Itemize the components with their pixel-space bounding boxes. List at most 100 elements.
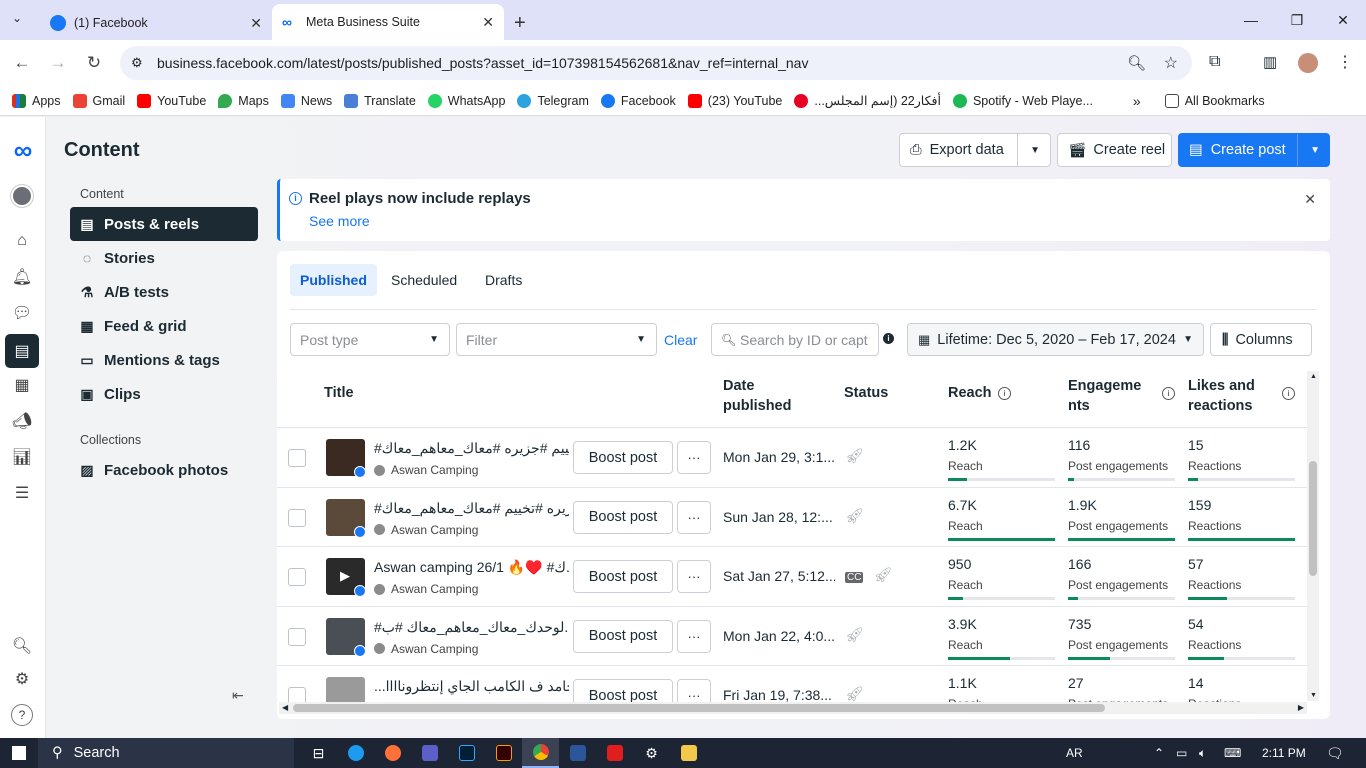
photoshop-icon[interactable] — [448, 738, 485, 768]
settings-icon[interactable]: ⚙ — [11, 668, 33, 690]
scroll-down-icon[interactable]: ▼ — [1310, 692, 1317, 699]
row-checkbox[interactable] — [288, 508, 306, 527]
bookmark-whatsapp[interactable]: WhatsApp — [427, 93, 505, 108]
bookmark-youtube-23[interactable]: (23) YouTube — [687, 93, 782, 108]
close-tab-icon[interactable]: ✕ — [482, 14, 494, 31]
volume-icon[interactable]: 🔈︎ — [1199, 746, 1206, 761]
file-explorer-icon[interactable] — [670, 738, 707, 768]
post-title[interactable]: #جزيره #تخييم #معاك_معاهم_معاك — [374, 500, 569, 517]
search-icon[interactable]: 🔍︎ — [11, 635, 33, 657]
menu-icon[interactable]: ⋮ — [1337, 52, 1353, 72]
url-field[interactable]: ⚙ business.facebook.com/latest/posts/pub… — [120, 46, 1192, 80]
boost-post-button[interactable]: Boost post — [573, 441, 673, 474]
browser-tab-meta[interactable]: ∞ Meta Business Suite ✕ — [272, 4, 504, 40]
network-icon[interactable]: ▭ — [1176, 746, 1187, 760]
chevron-up-icon[interactable]: ⌃ — [1154, 746, 1164, 760]
bookmark-pinterest[interactable]: أفكار22 (إسم المجلس... — [794, 93, 941, 108]
sidebar-item-posts-reels[interactable]: ▤ Posts & reels — [70, 207, 258, 241]
notifications-icon[interactable]: 🗨︎ — [1326, 745, 1344, 762]
post-thumbnail[interactable] — [326, 677, 365, 705]
word-icon[interactable] — [559, 738, 596, 768]
header-date[interactable]: Date published — [723, 376, 803, 416]
table-row[interactable]: ▶ Aswan camping 26/1 🔥♥️ #ك... Aswan Campi… — [277, 546, 1307, 605]
header-likes[interactable]: Likes and reactions — [1188, 376, 1278, 416]
info-icon[interactable]: i — [1162, 387, 1175, 400]
info-icon[interactable]: i — [998, 387, 1011, 400]
bookmark-maps[interactable]: Maps — [218, 93, 269, 108]
illustrator-icon[interactable] — [485, 738, 522, 768]
table-row[interactable]: #لوحدك_معاك_معاهم_معاك #ب... Aswan Campin… — [277, 605, 1307, 665]
columns-button[interactable]: ⫼ Columns — [1210, 323, 1312, 356]
back-icon[interactable]: ← — [4, 53, 40, 73]
site-info-icon[interactable]: ⚙ — [131, 55, 143, 71]
filter-dropdown[interactable]: Filter ▼ — [456, 323, 657, 356]
sidebar-item-mentions[interactable]: ▭ Mentions & tags — [70, 343, 258, 377]
post-title[interactable]: Aswan camping 26/1 🔥♥️ #ك... — [374, 559, 569, 576]
home-icon[interactable]: ⌂ — [11, 230, 33, 252]
forward-icon[interactable]: → — [40, 53, 76, 73]
bookmark-translate[interactable]: Translate — [344, 93, 416, 108]
sidebar-item-ab-tests[interactable]: ⚗ A/B tests — [70, 275, 258, 309]
header-reach[interactable]: Reach — [948, 383, 992, 403]
profile-avatar[interactable] — [1298, 53, 1318, 73]
tab-drafts[interactable]: Drafts — [475, 264, 532, 296]
sidebar-item-feed-grid[interactable]: ▦ Feed & grid — [70, 309, 258, 343]
reload-icon[interactable]: ↻ — [76, 53, 112, 73]
new-tab-icon[interactable]: + — [514, 6, 526, 40]
planner-icon[interactable]: ▦ — [11, 374, 33, 396]
boost-post-button[interactable]: Boost post — [573, 619, 673, 653]
boost-post-button[interactable]: Boost post — [573, 560, 673, 593]
content-icon[interactable]: ▤ — [5, 334, 39, 368]
more-bookmarks-icon[interactable]: » — [1133, 93, 1141, 109]
clock[interactable]: 2:11 PM — [1262, 746, 1306, 760]
post-title[interactable]: ...جامد ف الكامب الجاي إنتظروناااا — [374, 678, 569, 695]
post-type-dropdown[interactable]: Post type ▼ — [290, 323, 450, 356]
table-row[interactable]: ...جامد ف الكامب الجاي إنتظرونااااAswan … — [277, 665, 1307, 705]
bookmark-apps[interactable]: Apps — [12, 93, 61, 108]
windows-start-icon[interactable] — [0, 738, 38, 768]
extensions-icon[interactable]: ⧉ — [1209, 53, 1220, 71]
sidebar-item-facebook-photos[interactable]: ▨ Facebook photos — [70, 453, 258, 487]
settings-icon[interactable]: ⚙ — [633, 738, 670, 768]
more-options-button[interactable]: ··· — [677, 441, 711, 474]
bookmark-telegram[interactable]: Telegram — [517, 93, 589, 108]
notifications-icon[interactable]: 🔔︎ — [11, 266, 33, 288]
chevron-down-icon[interactable]: ▼ — [1030, 145, 1040, 156]
star-icon[interactable]: ☆ — [1164, 53, 1178, 73]
minimize-icon[interactable]: — — [1228, 0, 1274, 40]
tab-scheduled[interactable]: Scheduled — [381, 264, 467, 296]
inbox-icon[interactable]: 💬︎ — [11, 302, 33, 324]
bookmark-facebook[interactable]: Facebook — [600, 93, 676, 108]
ads-icon[interactable]: 📣︎ — [11, 410, 33, 432]
close-window-icon[interactable]: ✕ — [1320, 0, 1366, 40]
horizontal-scrollbar[interactable]: ◀ ▶ — [279, 702, 1307, 714]
bookmark-gmail[interactable]: Gmail — [72, 93, 125, 108]
vertical-scrollbar[interactable]: ▲ ▼ — [1307, 371, 1319, 701]
edge-icon[interactable] — [337, 738, 374, 768]
header-title[interactable]: Title — [324, 383, 354, 403]
info-icon[interactable]: i — [1282, 387, 1295, 400]
bookmark-news[interactable]: News — [280, 93, 332, 108]
close-icon[interactable]: ✕ — [1304, 191, 1316, 208]
collapse-sidebar-icon[interactable]: ⇤ — [232, 687, 244, 704]
more-options-button[interactable]: ··· — [677, 560, 711, 593]
scroll-left-icon[interactable]: ◀ — [282, 703, 288, 712]
sidebar-item-stories[interactable]: ◌ Stories — [70, 241, 258, 275]
more-options-button[interactable]: ··· — [677, 500, 711, 534]
chevron-down-icon[interactable]: ▼ — [1310, 145, 1320, 156]
table-row[interactable]: #تخييم #جزيره #معاك_معاهم_معاك Aswan Camp… — [277, 427, 1307, 486]
all-bookmarks[interactable]: All Bookmarks — [1164, 93, 1265, 108]
more-options-button[interactable]: ··· — [677, 619, 711, 653]
boost-post-button[interactable]: Boost post — [573, 500, 673, 534]
post-title[interactable]: #تخييم #جزيره #معاك_معاهم_معاك — [374, 440, 569, 457]
all-tools-icon[interactable]: ☰ — [11, 482, 33, 504]
help-icon[interactable]: ? — [11, 704, 33, 726]
scrollbar-thumb[interactable] — [293, 704, 1105, 712]
row-checkbox[interactable] — [288, 568, 306, 586]
create-post-button[interactable]: ▤ Create post ▼ — [1178, 133, 1330, 167]
create-reel-button[interactable]: 🎬︎ Create reel — [1057, 133, 1172, 167]
zoom-icon[interactable]: 🔍︎ — [1127, 54, 1146, 72]
task-view-icon[interactable]: ⊟ — [300, 738, 337, 768]
teams-icon[interactable] — [411, 738, 448, 768]
side-panel-icon[interactable]: ▥ — [1263, 53, 1277, 71]
